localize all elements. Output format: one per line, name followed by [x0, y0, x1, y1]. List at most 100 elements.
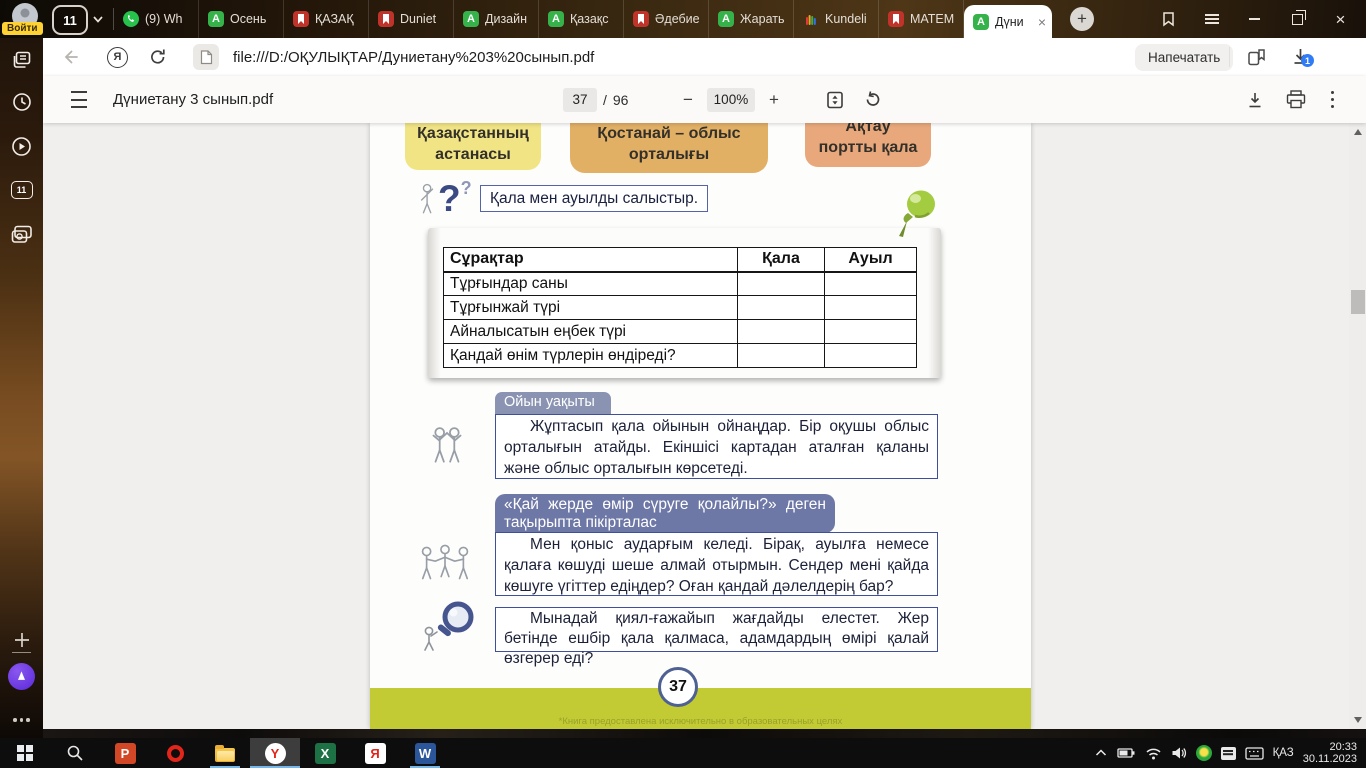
divider	[12, 652, 31, 653]
tab-label: Қазақс	[570, 12, 609, 26]
url-field[interactable]: file:///D:/ОҚУЛЫҚТАР/Дуниетану%203%20сын…	[233, 38, 594, 76]
table-cell-question: Тұрғынжай түрі	[443, 295, 738, 320]
rotate-page-icon[interactable]	[863, 76, 882, 123]
tab-close-icon[interactable]: ×	[1038, 15, 1046, 29]
page-number-input[interactable]: 37	[563, 87, 597, 112]
browser-tab-kazaks[interactable]: A Қазақс	[539, 0, 624, 38]
browser-tab-osen[interactable]: A Осень	[199, 0, 284, 38]
sidebar-feed-icon[interactable]	[0, 46, 43, 74]
red-textbook-icon	[293, 11, 309, 27]
green-a-icon: A	[463, 11, 479, 27]
table-cell-empty	[824, 271, 917, 296]
alice-assistant-icon[interactable]	[0, 662, 43, 690]
yandex-browser-icon[interactable]: Я	[107, 38, 128, 76]
browser-tab-zharat[interactable]: A Жарать	[709, 0, 794, 38]
yandex-ya-icon: Я	[364, 742, 386, 764]
reload-icon[interactable]	[149, 38, 167, 76]
page-total: 96	[612, 91, 629, 108]
zoom-level[interactable]: 100%	[706, 87, 755, 112]
question-mark-icon: ?	[438, 178, 461, 219]
taskbar-search-button[interactable]	[50, 738, 100, 768]
pushpin-icon	[894, 188, 940, 245]
tray-time: 20:33	[1329, 740, 1357, 753]
browser-tab-duniet[interactable]: Duniet	[369, 0, 454, 38]
browser-tab-kundelik[interactable]: Kundeli	[794, 0, 879, 38]
tabs-dropdown-chevron-icon[interactable]	[92, 12, 104, 30]
battery-icon[interactable]	[1116, 746, 1136, 760]
tab-label: Дүни	[995, 14, 1024, 29]
scrollbar-thumb[interactable]	[1350, 290, 1365, 314]
table-row: Тұрғынжай түрі	[443, 295, 917, 320]
topic-box-kostanay: Қостанай – облыс орталығы	[570, 123, 768, 173]
browser-sidebar: 11	[0, 38, 43, 738]
question-figure-icon: ? ?	[418, 179, 472, 221]
sidebar-more-icon[interactable]	[0, 706, 43, 734]
download-count-badge: 1	[1301, 54, 1314, 67]
tray-expand-chevron-icon[interactable]	[1094, 747, 1108, 759]
print-shortcut-button[interactable]: Напечатать	[1135, 38, 1234, 76]
sidebar-add-icon[interactable]	[0, 626, 43, 654]
taskbar-powerpoint[interactable]: P	[100, 738, 150, 768]
back-button[interactable]	[61, 38, 79, 76]
zoom-out-icon[interactable]: −	[683, 90, 693, 110]
column-header-village: Ауыл	[824, 247, 917, 273]
scroll-down-arrow[interactable]	[1353, 717, 1362, 723]
wifi-icon[interactable]	[1145, 747, 1162, 760]
collections-icon[interactable]	[1247, 38, 1266, 76]
language-indicator[interactable]: ҚАЗ	[1273, 747, 1294, 759]
pdf-download-icon[interactable]	[1246, 76, 1264, 123]
table-cell-empty	[824, 295, 917, 320]
yandex-disk-icon[interactable]	[1195, 745, 1212, 761]
taskbar-opera[interactable]	[150, 738, 200, 768]
table-row: Қандай өнім түрлерін өндіреді?	[443, 343, 917, 368]
pdf-more-options-icon[interactable]	[1331, 76, 1334, 123]
start-button[interactable]	[0, 738, 50, 768]
pdf-print-icon[interactable]	[1286, 76, 1306, 123]
browser-tab-whatsapp[interactable]: (9) Wh	[114, 0, 199, 38]
minimize-button[interactable]	[1233, 0, 1276, 38]
browser-tab-kazak[interactable]: ҚАЗАҚ	[284, 0, 369, 38]
zoom-in-icon[interactable]: +	[769, 90, 779, 110]
comparison-table: Сұрақтар Қала Ауыл Тұрғындар саны Тұрғын…	[443, 247, 917, 368]
browser-menu-icon[interactable]	[1190, 0, 1233, 38]
pdf-menu-icon[interactable]	[71, 76, 87, 123]
volume-icon[interactable]	[1171, 746, 1187, 760]
bookmarks-panel-icon[interactable]	[1147, 0, 1190, 38]
login-button[interactable]: Войти	[2, 22, 43, 35]
pdf-document-title: Дүниетану 3 сынып.pdf	[113, 91, 274, 108]
browser-tab-dunietanu-active[interactable]: A Дүни ×	[964, 5, 1052, 38]
notifications-icon[interactable]	[1220, 746, 1236, 760]
page-file-icon[interactable]	[193, 38, 219, 76]
copyright-note: *Книга предоставлена исключительно в обр…	[558, 716, 843, 727]
tab-counter-button[interactable]: 11	[52, 5, 88, 35]
file-explorer-icon	[215, 744, 235, 762]
vertical-scrollbar[interactable]	[1349, 123, 1366, 729]
taskbar-yandex-browser-active[interactable]: Y	[250, 738, 300, 768]
table-cell-empty	[737, 319, 825, 344]
taskbar-yandex-app[interactable]: Я	[350, 738, 400, 768]
topic-box-capital: Қазақстанның астанасы	[405, 123, 541, 170]
taskbar-excel[interactable]: X	[300, 738, 350, 768]
sidebar-screenshot-icon[interactable]	[0, 220, 43, 248]
sidebar-tab-counter-icon[interactable]: 11	[0, 176, 43, 204]
sidebar-video-play-icon[interactable]	[0, 132, 43, 160]
new-tab-button[interactable]: +	[1070, 7, 1094, 31]
browser-tab-adebie[interactable]: Әдебие	[624, 0, 709, 38]
touch-keyboard-icon[interactable]	[1244, 746, 1264, 760]
sidebar-history-clock-icon[interactable]	[0, 88, 43, 116]
browser-tab-dizain[interactable]: A Дизайн	[454, 0, 539, 38]
page-footer-band: *Книга предоставлена исключительно в обр…	[370, 688, 1031, 729]
tab-label: ҚАЗАҚ	[315, 12, 354, 26]
tab-label: Kundeli	[825, 12, 867, 26]
taskbar-word[interactable]: W	[400, 738, 450, 768]
close-button[interactable]: ×	[1319, 0, 1362, 38]
downloads-icon[interactable]: 1	[1291, 38, 1315, 76]
clock[interactable]: 20:33 30.11.2023	[1303, 741, 1357, 766]
taskbar-file-explorer[interactable]	[200, 738, 250, 768]
browser-tab-bar: Войти 11 (9) Wh A Осень ҚАЗАҚ Duniet A Д…	[0, 0, 1366, 38]
green-a-icon: A	[548, 11, 564, 27]
browser-tab-matem[interactable]: МАТЕМ	[879, 0, 964, 38]
restore-button[interactable]	[1276, 0, 1319, 38]
fit-page-icon[interactable]	[825, 76, 845, 123]
scroll-up-arrow[interactable]	[1353, 129, 1362, 135]
